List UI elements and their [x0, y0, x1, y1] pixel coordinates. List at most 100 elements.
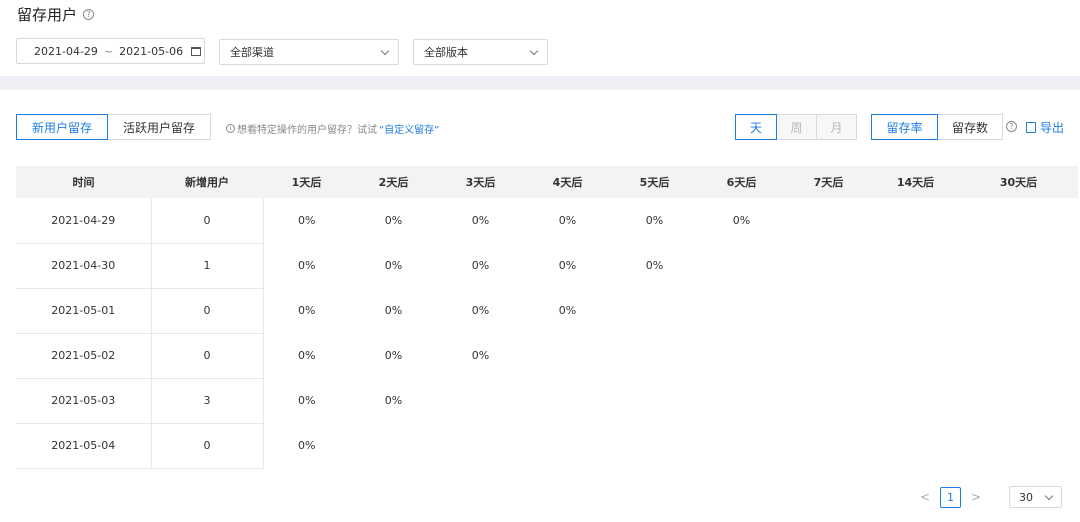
- next-page-button[interactable]: >: [969, 490, 983, 504]
- page-title: 留存用户 ?: [17, 4, 95, 25]
- table-row: 2021-04-29 0 0% 0% 0% 0% 0% 0%: [16, 198, 1078, 244]
- retention-cell: 0%: [471, 349, 490, 362]
- retention-cell: [872, 243, 959, 288]
- column-header: 30天后: [959, 166, 1078, 198]
- retention-cell: 0%: [384, 349, 403, 362]
- retention-cell: 0%: [384, 304, 403, 317]
- section-divider: [0, 76, 1080, 90]
- row-new-users: 0: [150, 333, 264, 379]
- column-header: 2天后: [350, 166, 437, 198]
- metric-retention-rate[interactable]: 留存率: [871, 114, 938, 140]
- retention-cell: [785, 333, 872, 378]
- retention-cell: [959, 333, 1078, 378]
- row-date: 2021-05-04: [16, 423, 151, 469]
- granularity-day[interactable]: 天: [735, 114, 777, 140]
- page-size-select[interactable]: 30: [1009, 486, 1062, 508]
- row-date: 2021-05-03: [16, 378, 151, 424]
- row-new-users: 1: [150, 243, 264, 289]
- retention-type-tabs: 新用户留存 活跃用户留存: [16, 114, 211, 140]
- table-row: 2021-05-02 0 0% 0% 0%: [16, 333, 1078, 379]
- column-header: 4天后: [524, 166, 611, 198]
- page-number-button[interactable]: 1: [940, 486, 961, 508]
- retention-cell: [437, 378, 524, 423]
- metric-help-icon[interactable]: ?: [1006, 121, 1017, 132]
- row-date: 2021-05-01: [16, 288, 151, 334]
- version-select-value: 全部版本: [424, 46, 468, 59]
- retention-cell: [959, 378, 1078, 423]
- date-separator: ~: [103, 44, 114, 58]
- metric-retention-count[interactable]: 留存数: [938, 114, 1003, 140]
- retention-cell: [785, 288, 872, 333]
- custom-retention-hint: i 想看特定操作的用户留存？试试 “自定义留存”: [226, 121, 439, 136]
- metric-switch: 留存率 留存数: [871, 114, 1003, 140]
- prev-page-button[interactable]: <: [918, 490, 932, 504]
- info-icon: i: [226, 124, 235, 133]
- retention-cell: 0%: [384, 259, 403, 272]
- column-header: 14天后: [872, 166, 959, 198]
- retention-cell: [350, 423, 437, 468]
- row-new-users: 3: [150, 378, 264, 424]
- calendar-icon: [191, 46, 202, 56]
- retention-cell: 0%: [471, 259, 490, 272]
- column-header: 新增用户: [151, 166, 263, 198]
- granularity-month[interactable]: 月: [817, 114, 857, 140]
- chevron-down-icon: [529, 46, 539, 55]
- retention-cell: [959, 423, 1078, 468]
- retention-cell: [611, 423, 698, 468]
- row-date: 2021-05-02: [16, 333, 151, 379]
- retention-cell: [785, 423, 872, 468]
- retention-cell: [698, 333, 785, 378]
- help-icon[interactable]: ?: [83, 9, 95, 20]
- retention-cell: [524, 333, 611, 378]
- date-range-picker[interactable]: 2021-04-29 ~ 2021-05-06: [16, 38, 205, 64]
- column-header: 7天后: [785, 166, 872, 198]
- row-new-users: 0: [150, 288, 264, 334]
- custom-retention-link[interactable]: “自定义留存”: [379, 121, 439, 136]
- retention-cell: 0%: [732, 214, 751, 227]
- export-label: 导出: [1040, 121, 1065, 135]
- retention-cell: [698, 378, 785, 423]
- table-row: 2021-05-01 0 0% 0% 0% 0%: [16, 288, 1078, 334]
- table-row: 2021-04-30 1 0% 0% 0% 0% 0%: [16, 243, 1078, 289]
- retention-cell: [611, 333, 698, 378]
- retention-cell: [959, 198, 1078, 243]
- granularity-week[interactable]: 周: [777, 114, 817, 140]
- retention-cell: [611, 288, 698, 333]
- column-header: 6天后: [698, 166, 785, 198]
- retention-cell: [437, 423, 524, 468]
- retention-cell: [524, 378, 611, 423]
- column-header: 5天后: [611, 166, 698, 198]
- retention-cell: [698, 423, 785, 468]
- granularity-switch: 天 周 月: [735, 114, 857, 140]
- export-button[interactable]: 导出: [1026, 119, 1064, 136]
- chevron-down-icon: [1044, 491, 1054, 500]
- retention-cell: [872, 198, 959, 243]
- row-new-users: 0: [150, 198, 264, 244]
- row-date: 2021-04-30: [16, 243, 151, 289]
- channel-select[interactable]: 全部渠道: [219, 39, 399, 65]
- retention-cell: [698, 288, 785, 333]
- retention-cell: [872, 378, 959, 423]
- tab-new-user-retention[interactable]: 新用户留存: [16, 114, 108, 140]
- retention-cell: [959, 243, 1078, 288]
- retention-cell: 0%: [558, 259, 577, 272]
- export-icon: [1026, 122, 1036, 133]
- tab-active-user-retention[interactable]: 活跃用户留存: [108, 114, 211, 140]
- retention-cell: [524, 423, 611, 468]
- retention-cell: 0%: [645, 259, 664, 272]
- retention-cell: [611, 378, 698, 423]
- retention-cell: 0%: [471, 304, 490, 317]
- retention-cell: 0%: [298, 304, 316, 317]
- page-size-value: 30: [1019, 490, 1033, 504]
- hint-text: 想看特定操作的用户留存？试试: [237, 125, 377, 136]
- channel-select-value: 全部渠道: [230, 46, 274, 59]
- table-row: 2021-05-04 0 0%: [16, 423, 1078, 469]
- retention-cell: 0%: [471, 214, 490, 227]
- version-select[interactable]: 全部版本: [413, 39, 548, 65]
- retention-cell: 0%: [558, 304, 577, 317]
- retention-cell: [785, 378, 872, 423]
- retention-cell: 0%: [384, 394, 403, 407]
- retention-cell: 0%: [298, 394, 316, 407]
- retention-cell: [959, 288, 1078, 333]
- retention-cell: 0%: [298, 439, 316, 452]
